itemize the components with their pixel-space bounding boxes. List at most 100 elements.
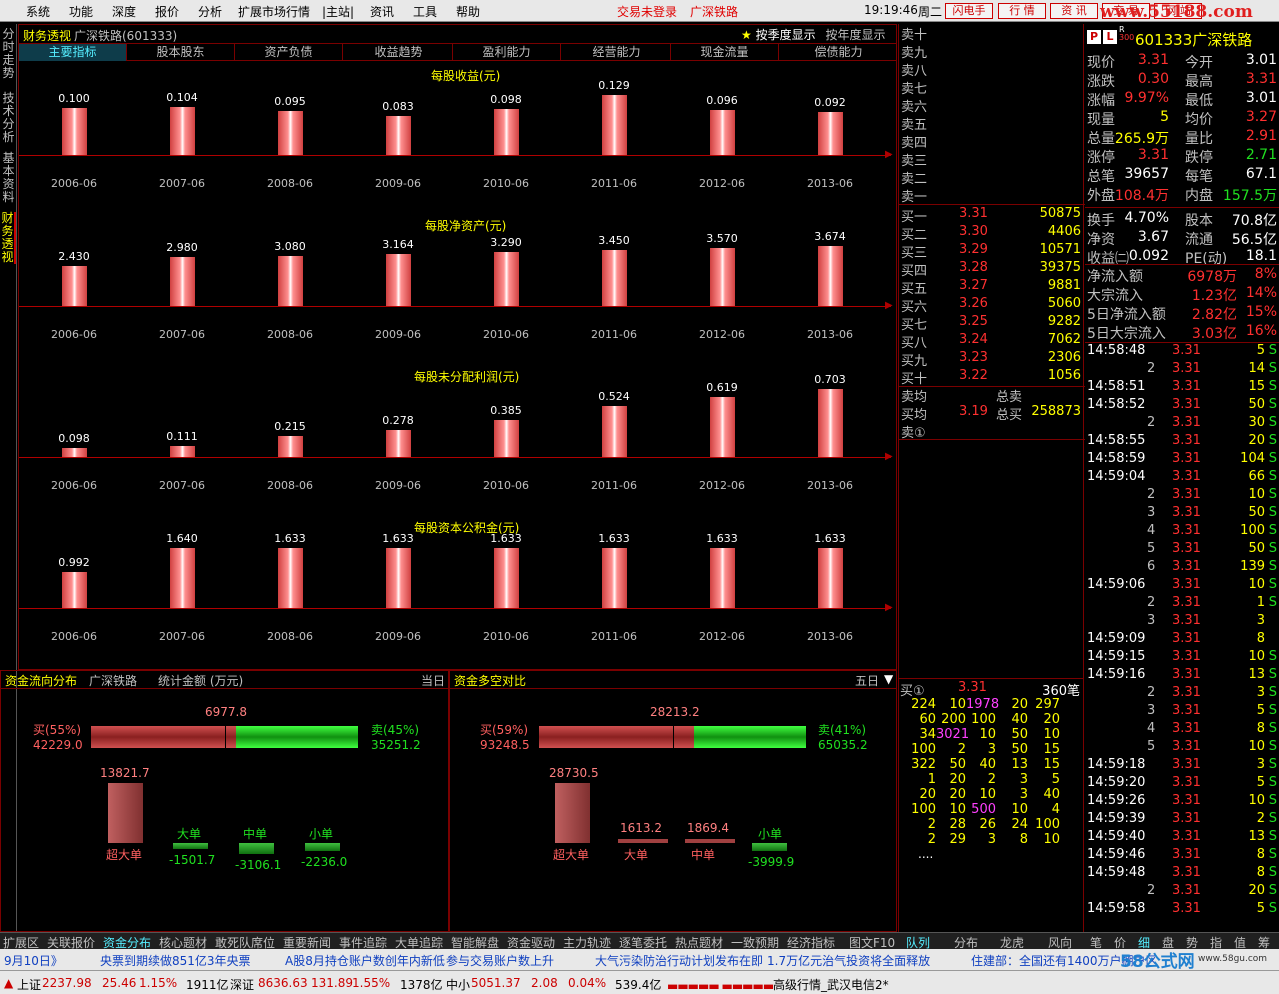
- fund-vs-period[interactable]: 五日: [855, 672, 879, 689]
- tab-main-index[interactable]: 主要指标: [19, 44, 127, 61]
- buy-level-row[interactable]: 买二 3.30 4406: [901, 224, 1083, 243]
- sell-level-row[interactable]: 卖十: [901, 24, 1083, 43]
- level-volume: 2306: [1047, 350, 1081, 365]
- flow-pct: 8%: [1254, 266, 1277, 282]
- tick-volume: 50: [1248, 397, 1265, 412]
- tick-price: 3.31: [1172, 487, 1201, 502]
- tab-fundamental[interactable]: 基本资料: [1, 152, 16, 204]
- fund-flow-period[interactable]: 当日: [421, 672, 445, 689]
- queue-cell: 2: [987, 772, 996, 787]
- flow-pct: 16%: [1245, 323, 1277, 339]
- info-button[interactable]: 资 讯: [1050, 3, 1098, 19]
- info-value: 3.31: [1137, 147, 1169, 163]
- tick-time: 2: [1147, 883, 1156, 898]
- buy-level-row[interactable]: 买十 3.22 1056: [901, 368, 1083, 387]
- flow-bar-value: -3999.9: [748, 855, 795, 869]
- tick-row: 2 3.31 30 S: [1087, 415, 1277, 433]
- menu-tools[interactable]: 工具: [413, 3, 437, 20]
- tick-time: 2: [1147, 415, 1156, 430]
- tab-operation[interactable]: 经营能力: [563, 44, 671, 61]
- sell-level-row[interactable]: 卖八: [901, 60, 1083, 79]
- level-volume: 4406: [1047, 224, 1081, 239]
- tick-side: S: [1268, 361, 1277, 376]
- menu-main-site[interactable]: |主站|: [322, 3, 354, 20]
- info-label: 量比: [1185, 131, 1213, 147]
- tick-side: S: [1268, 451, 1277, 466]
- news-item[interactable]: A股8月持仓账户数创年内新低: [285, 952, 445, 969]
- tick-time: 14:59:16: [1087, 667, 1146, 682]
- sh-pct: 1.15%: [139, 976, 178, 990]
- tab-income[interactable]: 收益趋势: [345, 44, 453, 61]
- queue-more[interactable]: ....: [918, 847, 933, 861]
- queue-cell: 20: [1011, 697, 1028, 712]
- menu-system[interactable]: 系统: [26, 3, 50, 20]
- tick-price: 3.31: [1172, 415, 1201, 430]
- news-item[interactable]: 参与交易账户数上升: [446, 952, 554, 969]
- flow-pct: 14%: [1245, 285, 1277, 301]
- buy-level-row[interactable]: 买七 3.25 9282: [901, 314, 1083, 333]
- tab-shareholders[interactable]: 股本股东: [127, 44, 235, 61]
- login-status[interactable]: 交易未登录: [617, 3, 677, 20]
- bar-value-label: 1.633: [814, 532, 846, 545]
- menu-function[interactable]: 功能: [69, 3, 93, 20]
- tick-time: 5: [1147, 541, 1156, 556]
- news-date[interactable]: 9月10日》: [4, 952, 63, 969]
- tab-cashflow[interactable]: 现金流量: [671, 44, 779, 61]
- buy-level-row[interactable]: 买四 3.28 39375: [901, 260, 1083, 279]
- bar: [710, 110, 735, 155]
- tab-profit[interactable]: 盈利能力: [453, 44, 561, 61]
- buy-level-row[interactable]: 买五 3.27 9881: [901, 278, 1083, 297]
- season-button[interactable]: 按季度显示: [756, 28, 816, 42]
- sell-level-row[interactable]: 卖二: [901, 168, 1083, 187]
- sell-level-row[interactable]: 卖九: [901, 42, 1083, 61]
- year-button[interactable]: 按年度显示: [825, 28, 885, 42]
- tick-price: 3.31: [1172, 811, 1201, 826]
- sell1-queue-row[interactable]: 卖①: [899, 422, 1085, 441]
- fund-vs-title: 资金多空对比: [454, 674, 527, 688]
- menu-ext-market[interactable]: 扩展市场行情: [238, 3, 310, 20]
- tab-financial[interactable]: 财务透视: [1, 212, 16, 264]
- menu-depth[interactable]: 深度: [112, 3, 136, 20]
- buy-level-row[interactable]: 买八 3.24 7062: [901, 332, 1083, 351]
- tab-intraday[interactable]: 分时走势: [1, 28, 16, 80]
- buy-level-row[interactable]: 买三 3.29 10571: [901, 242, 1083, 261]
- menu-news[interactable]: 资讯: [370, 3, 394, 20]
- menu-quote[interactable]: 报价: [155, 3, 179, 20]
- buy-level-row[interactable]: 买一 3.31 50875: [901, 206, 1083, 225]
- bar-value-label: 1.633: [382, 532, 414, 545]
- tick-price: 3.31: [1172, 865, 1201, 880]
- dropdown-icon[interactable]: ▼: [884, 672, 893, 686]
- flow-bar-neg: [173, 843, 208, 849]
- sell-level-row[interactable]: 卖一: [901, 186, 1083, 205]
- news-item[interactable]: 大气污染防治行动计划发布在即: [595, 952, 763, 969]
- news-item[interactable]: 央票到期续做851亿3年央票: [100, 952, 251, 969]
- tab-solvency[interactable]: 偿债能力: [781, 44, 896, 61]
- sell-level-row[interactable]: 卖六: [901, 96, 1083, 115]
- sell-level-row[interactable]: 卖三: [901, 150, 1083, 169]
- bar: [818, 246, 843, 306]
- tick-list: 14:58:48 3.31 5 S 2 3.31 14 S 14:58:51 3.31 15 S 14:…: [1085, 342, 1279, 932]
- tick-row: 14:59:58 3.31 5 S: [1087, 901, 1277, 919]
- tick-time: 14:58:52: [1087, 397, 1146, 412]
- tick-side: S: [1268, 649, 1277, 664]
- menu-help[interactable]: 帮助: [456, 3, 480, 20]
- quote-button[interactable]: 行 情: [998, 3, 1046, 19]
- info-value: 3.27: [1245, 109, 1277, 125]
- menu-analysis[interactable]: 分析: [198, 3, 222, 20]
- buy-level-row[interactable]: 买九 3.23 2306: [901, 350, 1083, 369]
- info-value: 56.5亿: [1231, 232, 1277, 248]
- sell-level-row[interactable]: 卖五: [901, 114, 1083, 133]
- queue-cell: 28: [949, 817, 966, 832]
- info-value: 2.71: [1245, 147, 1277, 163]
- tick-volume: 66: [1248, 469, 1265, 484]
- x-tick-label: 2013-06: [807, 177, 853, 190]
- tab-technical[interactable]: 技术分析: [1, 92, 16, 144]
- sell-level-row[interactable]: 卖四: [901, 132, 1083, 151]
- level-label: 卖三: [901, 154, 928, 169]
- tab-balance[interactable]: 资产负债: [235, 44, 343, 61]
- buy-level-row[interactable]: 买六 3.26 5060: [901, 296, 1083, 315]
- sell-level-row[interactable]: 卖七: [901, 78, 1083, 97]
- news-item[interactable]: 1.7万亿元治气投资将全面释放: [767, 952, 930, 969]
- tick-time: 2: [1147, 487, 1156, 502]
- flash-trade-button[interactable]: 闪电手: [945, 3, 993, 19]
